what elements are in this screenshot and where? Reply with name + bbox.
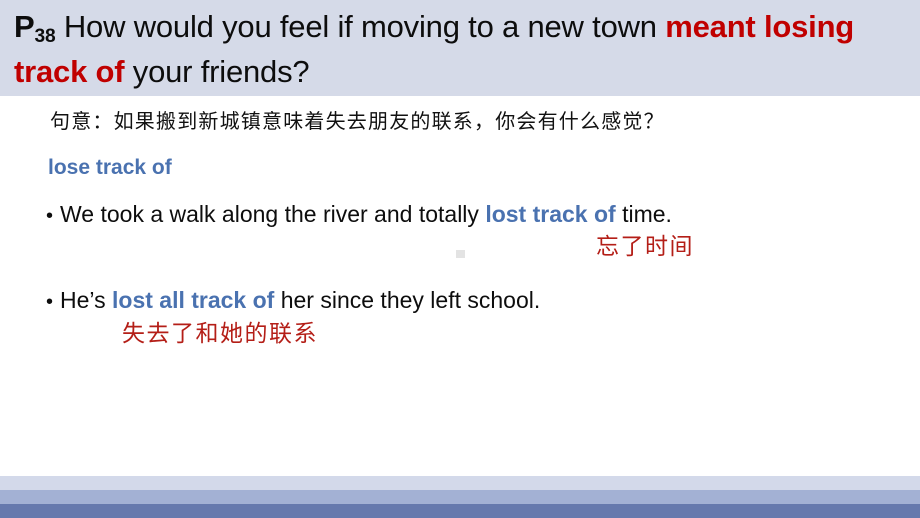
example-1-segment-one: We took a walk along the river and total… [60, 201, 486, 227]
page-reference-letter: P [14, 9, 35, 44]
example-1-segment-two: time. [615, 201, 672, 227]
presentation-slide: P38 How would you feel if moving to a ne… [0, 0, 920, 518]
chinese-translation-gloss: 句意：如果搬到新城镇意味着失去朋友的联系，你会有什么感觉？ [50, 111, 665, 133]
bullet-marker-icon: • [46, 291, 54, 313]
slide-body: 句意：如果搬到新城镇意味着失去朋友的联系，你会有什么感觉？ lose track… [0, 96, 920, 476]
example-sentence-2: • He’s lost all track of her since they l… [46, 285, 540, 317]
footer-band-dark [0, 504, 920, 518]
slide-title: P38 How would you feel if moving to a ne… [14, 7, 908, 92]
phrase-heading: lose track of [48, 156, 172, 179]
example-1-highlight-phrase: lost track of [485, 201, 616, 227]
title-segment-one: How would you feel if moving to a new to… [55, 9, 666, 44]
example-1-annotation: 忘了时间 [596, 234, 694, 259]
example-sentence-1: • We took a walk along the river and tota… [46, 199, 672, 231]
page-reference: P38 [14, 9, 56, 48]
footer-band-medium [0, 490, 920, 504]
slide-title-banner: P38 How would you feel if moving to a ne… [0, 0, 920, 96]
example-2-segment-one: He’s [60, 287, 112, 313]
example-2-highlight-phrase: lost all track of [112, 287, 275, 313]
title-segment-two: your friends? [124, 54, 310, 89]
page-reference-number: 38 [34, 26, 56, 48]
example-2-annotation: 失去了和她的联系 [122, 321, 318, 346]
stray-artifact-mark [456, 250, 465, 258]
footer-band-light [0, 476, 920, 490]
example-2-segment-two: her since they left school. [274, 287, 541, 313]
slide-footer-bands [0, 476, 920, 518]
bullet-marker-icon: • [46, 205, 54, 227]
